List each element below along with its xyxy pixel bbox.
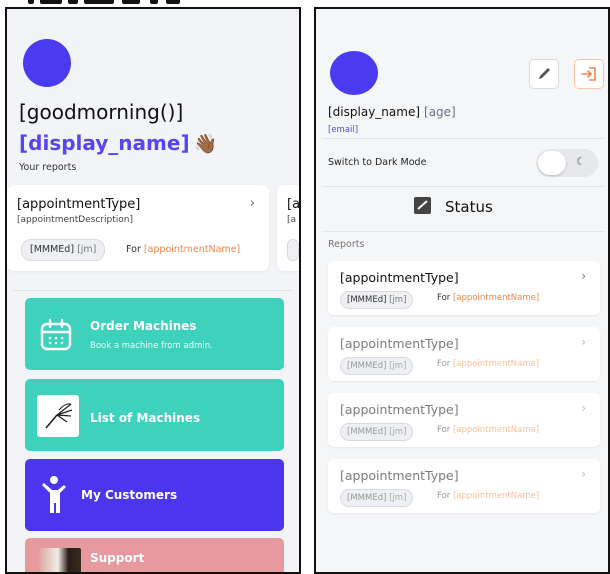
logout-button[interactable] — [574, 59, 604, 89]
report-date: [MMMEd] — [347, 295, 387, 305]
report-for-label: For [appointmentName] — [437, 359, 539, 369]
appointment-name: [appointmentName] — [143, 244, 241, 255]
report-date: [MMMEd] — [347, 361, 387, 371]
for-label: For — [126, 244, 141, 255]
age: [age] — [424, 105, 456, 119]
report-date-pill-peek — [287, 239, 299, 261]
report-time: [jm] — [77, 244, 97, 255]
separator — [322, 138, 604, 139]
list-of-machines-tile[interactable]: List of Machines — [25, 379, 284, 451]
chevron-right-icon[interactable]: › — [250, 196, 255, 211]
report-card-next[interactable]: [a [a — [277, 185, 301, 271]
reports-heading: Reports — [328, 239, 365, 250]
status-icon — [414, 197, 431, 214]
separator — [322, 231, 604, 232]
report-for-label: For [appointmentName] — [437, 491, 539, 501]
report-time: [jm] — [389, 361, 407, 371]
report-card-title: [appointmentType] — [17, 197, 141, 212]
email[interactable]: [email] — [328, 125, 358, 135]
report-date-pill: [MMMEd] [jm] — [340, 489, 414, 507]
order-machines-tile[interactable]: Order Machines Book a machine from admin… — [25, 298, 284, 370]
report-for-label: For [appointmentName] — [437, 293, 539, 303]
appointment-name: [appointmentName] — [452, 491, 540, 501]
report-for-label: For [appointmentName] — [437, 425, 539, 435]
appointment-name: [appointmentName] — [452, 293, 540, 303]
profile-drawer: [display_name] [age] [email] Switch to Da… — [314, 7, 610, 574]
waving-hand-icon: 👋🏾 — [193, 133, 218, 155]
pencil-icon — [539, 68, 550, 79]
report-card[interactable]: [appointmentType] [appointmentDescriptio… — [7, 185, 269, 271]
report-title: [appointmentType] — [340, 468, 459, 483]
my-customers-label: My Customers — [81, 488, 178, 502]
report-time: [jm] — [389, 427, 407, 437]
status-label: Status — [445, 198, 493, 216]
chevron-right-icon[interactable]: › — [581, 269, 586, 283]
display-name: [display_name] — [19, 131, 190, 155]
my-customers-tile[interactable]: My Customers — [25, 459, 284, 531]
appointment-name: [appointmentName] — [452, 425, 540, 435]
report-card-title-peek: [a — [287, 197, 301, 212]
chevron-right-icon[interactable]: › — [581, 467, 586, 481]
order-machines-label: Order Machines — [90, 319, 197, 333]
greeting-title: [goodmorning()] — [19, 100, 184, 124]
report-title: [appointmentType] — [340, 270, 459, 285]
profile-name: [display_name] [age] — [328, 105, 456, 119]
for-label: For — [437, 425, 451, 435]
chevron-right-icon[interactable]: › — [581, 335, 586, 349]
display-name: [display_name] — [328, 105, 421, 119]
edit-button[interactable] — [529, 59, 559, 89]
support-photo — [39, 548, 81, 572]
report-time: [jm] — [389, 493, 407, 503]
home-screen: [goodmorning()] [display_name] 👋🏾 Your re… — [5, 7, 301, 574]
appointment-name: [appointmentName] — [452, 359, 540, 369]
report-date: [MMMEd] — [30, 244, 75, 255]
report-item[interactable]: [appointmentType] › [MMMEd] [jm] For [ap… — [328, 261, 600, 315]
report-item[interactable]: [appointmentType] › [MMMEd] [jm] For [ap… — [328, 327, 600, 381]
avatar[interactable] — [23, 39, 71, 87]
report-date: [MMMEd] — [347, 493, 387, 503]
display-name-heading: [display_name] 👋🏾 — [19, 131, 217, 155]
report-date: [MMMEd] — [347, 427, 387, 437]
report-date-pill: [MMMEd] [jm] — [340, 291, 414, 309]
chevron-right-icon[interactable]: › — [581, 401, 586, 415]
dark-mode-toggle[interactable]: ☾ — [536, 149, 598, 177]
moon-icon: ☾ — [576, 155, 586, 168]
toggle-knob — [538, 151, 566, 175]
report-time: [jm] — [389, 295, 407, 305]
report-title: [appointmentType] — [340, 336, 459, 351]
profile-avatar[interactable] — [330, 51, 378, 95]
order-machines-subtitle: Book a machine from admin. — [90, 341, 213, 351]
section-divider — [13, 290, 293, 291]
support-tile[interactable]: Support — [25, 538, 284, 572]
for-label: For — [437, 491, 451, 501]
report-item[interactable]: [appointmentType] › [MMMEd] [jm] For [ap… — [328, 459, 600, 513]
logout-icon — [581, 67, 596, 81]
person-icon — [42, 476, 66, 513]
for-label: For — [437, 293, 451, 303]
report-card-desc-peek: [a — [287, 215, 297, 225]
report-date-pill: [MMMEd] [jm] — [21, 239, 106, 261]
your-reports-label: Your reports — [19, 162, 77, 173]
report-card-description: [appointmentDescription] — [17, 215, 133, 225]
report-date-pill: [MMMEd] [jm] — [340, 423, 414, 441]
list-of-machines-label: List of Machines — [90, 411, 201, 425]
report-for-label: For [appointmentName] — [126, 244, 240, 255]
fan-icon — [37, 395, 79, 437]
dark-mode-label: Switch to Dark Mode — [328, 157, 427, 168]
separator — [322, 186, 604, 187]
support-label: Support — [90, 551, 145, 565]
report-item[interactable]: [appointmentType] › [MMMEd] [jm] For [ap… — [328, 393, 600, 447]
for-label: For — [437, 359, 451, 369]
calendar-icon — [40, 318, 72, 351]
report-date-pill: [MMMEd] [jm] — [340, 357, 414, 375]
status-button[interactable]: Status — [414, 197, 493, 216]
report-title: [appointmentType] — [340, 402, 459, 417]
